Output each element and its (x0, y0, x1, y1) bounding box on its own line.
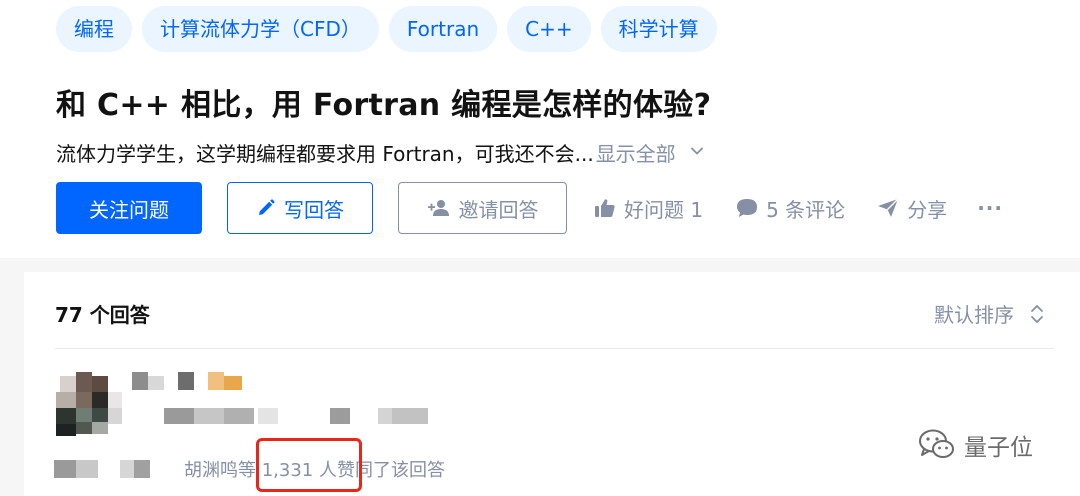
more-options-icon: ··· (977, 196, 1003, 220)
topic-tag[interactable]: 计算流体力学（CFD） (142, 6, 379, 52)
share-button[interactable]: 分享 (877, 194, 947, 223)
topic-tag[interactable]: 科学计算 (600, 6, 717, 52)
good-question-label: 好问题 1 (624, 197, 704, 222)
write-answer-label: 写回答 (284, 197, 344, 222)
sort-arrows-icon (1031, 304, 1043, 323)
sort-label: 默认排序 (934, 303, 1014, 327)
topic-tag[interactable]: 编程 (56, 6, 132, 52)
comments-button[interactable]: 5 条评论 (736, 194, 845, 223)
highlight-annotation-box (256, 438, 362, 492)
topic-tag[interactable]: Fortran (388, 6, 498, 52)
thumbs-up-icon (595, 199, 615, 217)
more-options-button[interactable]: ··· (977, 196, 1003, 220)
author-info-blurred (124, 372, 464, 432)
watermark: 量子位 (918, 428, 1033, 462)
comments-label: 5 条评论 (766, 197, 846, 222)
excerpt-text: 流体力学学生，这学期编程都要求用 Fortran，可我还不会... (56, 142, 594, 166)
sort-dropdown[interactable]: 默认排序 (934, 299, 1044, 328)
topic-tag[interactable]: C++ (507, 6, 591, 52)
add-user-icon (427, 200, 449, 216)
follow-question-label: 关注问题 (89, 197, 169, 222)
answer-count: 77 个回答 (55, 303, 150, 327)
good-question-button[interactable]: 好问题 1 (594, 194, 703, 223)
invite-answer-button[interactable]: 邀请回答 (398, 182, 567, 234)
invite-answer-label: 邀请回答 (458, 197, 539, 222)
question-actions: 关注问题 写回答 邀请回答 好问题 1 5 条评论 分享 ··· (56, 182, 1003, 234)
follow-question-button[interactable]: 关注问题 (56, 182, 202, 234)
chevron-down-icon[interactable] (690, 144, 704, 158)
voter-avatars-blurred (54, 458, 174, 482)
share-label: 分享 (907, 197, 948, 222)
avatar[interactable] (56, 372, 132, 436)
question-card: 编程 计算流体力学（CFD） Fortran C++ 科学计算 和 C++ 相比… (0, 0, 1080, 258)
divider (55, 348, 1054, 349)
write-answer-button[interactable]: 写回答 (227, 182, 373, 234)
wechat-icon (919, 429, 954, 458)
comment-icon (737, 199, 758, 217)
topic-tags: 编程 计算流体力学（CFD） Fortran C++ 科学计算 (56, 6, 717, 52)
pencil-icon (259, 199, 275, 215)
question-excerpt: 流体力学学生，这学期编程都要求用 Fortran，可我还不会... 显示全部 (56, 138, 704, 167)
show-all-link[interactable]: 显示全部 (596, 138, 676, 167)
question-title[interactable]: 和 C++ 相比，用 Fortran 编程是怎样的体验? (56, 80, 711, 124)
share-plane-icon (878, 198, 899, 217)
answers-card: 77 个回答 默认排序 胡渊鸣等 1,331 人赞同了该回答 (24, 272, 1080, 496)
watermark-text: 量子位 (964, 435, 1033, 461)
